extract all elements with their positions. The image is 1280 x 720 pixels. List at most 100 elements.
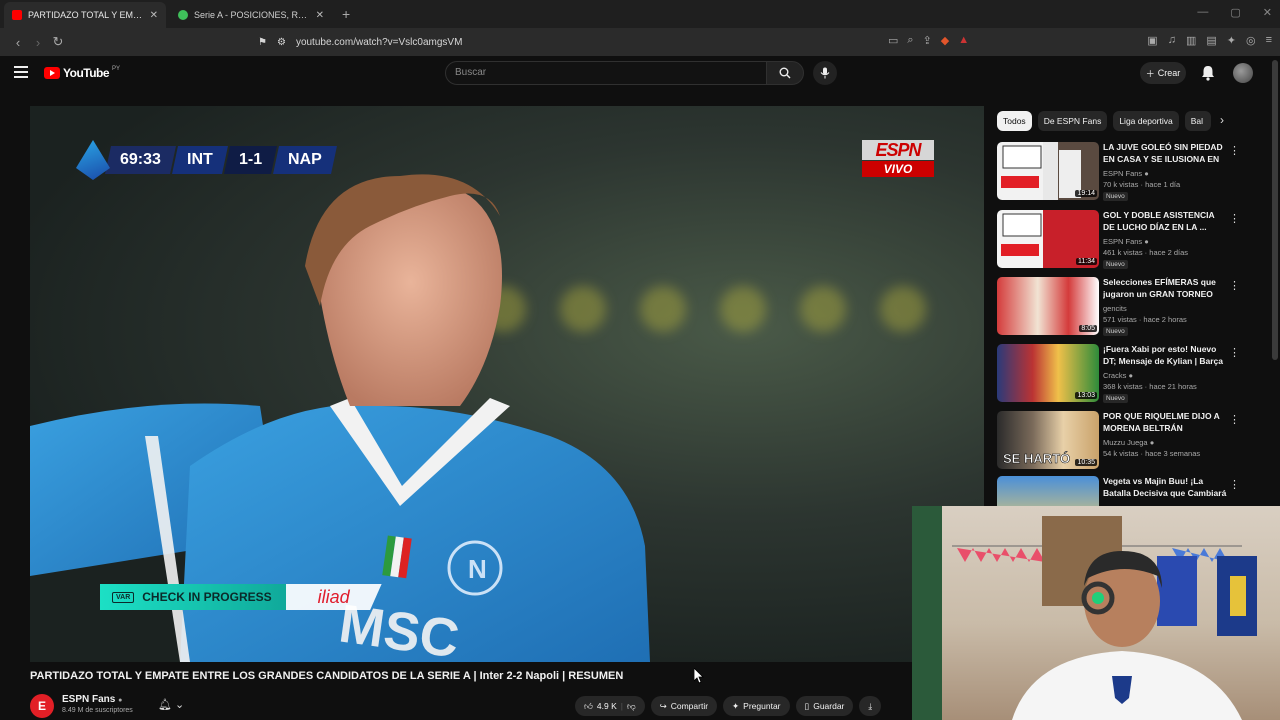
url-field[interactable]: ⚑ ⚙ youtube.com/watch?v=Vslc0amgsVM	[258, 32, 998, 52]
more-options-icon[interactable]: ⋮	[1229, 346, 1240, 359]
alert-extension-icon[interactable]: ▲	[958, 34, 969, 47]
var-badge: VAR	[112, 591, 135, 603]
page-scrollbar[interactable]	[1272, 60, 1278, 360]
video-meta: 571 vistas · hace 2 horas	[1103, 315, 1187, 324]
bookmark-icon[interactable]: ⚑	[258, 37, 267, 48]
close-tab-icon[interactable]: ✕	[150, 10, 158, 21]
channel-name[interactable]: ESPN Fans ●	[62, 694, 122, 705]
thumbs-down-icon[interactable]: 👎︎	[627, 701, 636, 712]
maximize-icon[interactable]: ▢	[1230, 6, 1240, 19]
tab-title: PARTIDAZO TOTAL Y EMPATE EN	[28, 10, 144, 20]
share-page-icon[interactable]: ⇪	[923, 34, 932, 47]
download-button[interactable]: ⤓	[859, 696, 882, 716]
ai-icon[interactable]: ✦	[1227, 34, 1236, 47]
chevron-right-icon[interactable]: ›	[1220, 113, 1224, 127]
browser-tab-youtube[interactable]: PARTIDAZO TOTAL Y EMPATE EN ✕	[4, 2, 166, 28]
channel-name: ESPN Fans ●	[1103, 169, 1149, 178]
chip-bal[interactable]: Bal	[1184, 111, 1211, 131]
search-icon	[779, 67, 791, 79]
verified-icon: ●	[1128, 371, 1133, 380]
voice-search-button[interactable]	[813, 61, 837, 85]
hamburger-menu-icon[interactable]	[14, 66, 28, 78]
sidebar-icon[interactable]: ▥	[1186, 34, 1196, 47]
minimize-icon[interactable]: —	[1197, 6, 1208, 19]
video-title: PARTIDAZO TOTAL Y EMPATE ENTRE LOS GRAND…	[30, 670, 624, 682]
download-icon: ⤓	[868, 700, 873, 711]
channel-name: ESPN Fans ●	[1103, 237, 1149, 246]
svg-text:SE HARTÓ: SE HARTÓ	[1003, 451, 1070, 466]
url-actions: ▭ ⌕ ⇪ ◆ ▲	[888, 34, 969, 47]
subscriber-count: 8.49 M de suscriptores	[62, 707, 133, 714]
create-button[interactable]: ＋ Crear	[1140, 62, 1186, 84]
search-button[interactable]	[766, 61, 804, 85]
user-avatar[interactable]	[1233, 63, 1253, 83]
screenshot-icon[interactable]: ▣	[1147, 34, 1157, 47]
chip-todos[interactable]: Todos	[997, 111, 1032, 131]
close-window-icon[interactable]: ✕	[1263, 6, 1272, 19]
browser-menu-icon[interactable]: ≡	[1266, 34, 1272, 47]
verified-icon: ●	[1144, 169, 1149, 178]
recommended-video[interactable]: 8:05 Selecciones EFÍMERAS que jugaron un…	[997, 277, 1267, 339]
save-bookmark-icon: ▯	[804, 700, 810, 711]
notifications-bell-icon[interactable]	[1199, 64, 1217, 82]
recommended-video[interactable]: Vegeta vs Majin Buu! ¡La Batalla Decisiv…	[997, 476, 1267, 506]
live-label: VIVO	[862, 161, 934, 177]
wallet-icon[interactable]: ▤	[1206, 34, 1216, 47]
video-title: Selecciones EFÍMERAS que jugaron un GRAN…	[1103, 277, 1216, 299]
reload-icon[interactable]: ↻	[48, 34, 68, 50]
plus-icon: ＋	[1145, 68, 1155, 79]
channel-avatar[interactable]: E	[30, 694, 54, 718]
recommended-video[interactable]: SE HARTÓ 10:35 POR QUE RIQUELME DIJO A M…	[997, 411, 1267, 473]
espn-brand: ESPN	[862, 140, 934, 160]
more-options-icon[interactable]: ⋮	[1229, 212, 1240, 225]
back-icon[interactable]: ‹	[8, 35, 28, 50]
more-options-icon[interactable]: ⋮	[1229, 478, 1240, 491]
search-input[interactable]: Buscar	[445, 61, 767, 85]
create-label: Crear	[1157, 68, 1181, 78]
video-player[interactable]: N MSC 69:33 INT 1-1 NAP ESPN VIVO VAR CH…	[30, 106, 984, 662]
share-button[interactable]: ↪ Compartir	[650, 696, 718, 716]
vpn-icon[interactable]: ◎	[1246, 34, 1256, 47]
video-title: ¡Fuera Xabi por esto! Nuevo DT; Mensaje …	[1103, 344, 1224, 368]
recommended-video[interactable]: 11:34 GOL Y DOBLE ASISTENCIA DE LUCHO DÍ…	[997, 210, 1267, 272]
extension-toolbar: ▣ ♫ ▥ ▤ ✦ ◎ ≡	[1147, 34, 1272, 47]
more-options-icon[interactable]: ⋮	[1229, 413, 1240, 426]
channel-name: Muzzu Juega ●	[1103, 438, 1155, 447]
like-button[interactable]: 👍︎ 4.9 K | 👎︎	[575, 696, 645, 716]
window-controls: — ▢ ✕	[1197, 6, 1272, 19]
more-options-icon[interactable]: ⋮	[1229, 144, 1240, 157]
video-thumbnail	[997, 476, 1099, 506]
zoom-icon[interactable]: ⌕	[907, 34, 913, 47]
video-actions: 👍︎ 4.9 K | 👎︎ ↪ Compartir ✦ Preguntar ▯ …	[575, 696, 882, 716]
ask-button[interactable]: ✦ Preguntar	[723, 696, 790, 716]
recommended-video[interactable]: 13:03 ¡Fuera Xabi por esto! Nuevo DT; Me…	[997, 344, 1267, 406]
banner-sponsor: iliad	[285, 584, 382, 610]
browser-tab-serie-a[interactable]: Serie A - POSICIONES, RESULTADOS ✕	[170, 2, 332, 28]
chip-espn-fans[interactable]: De ESPN Fans	[1037, 111, 1108, 131]
music-icon[interactable]: ♫	[1168, 34, 1176, 47]
url-text: youtube.com/watch?v=Vslc0amgsVM	[295, 36, 463, 48]
video-meta: 70 k vistas · hace 1 día	[1103, 180, 1181, 189]
forward-icon[interactable]: ›	[28, 35, 48, 50]
subscription-bell-icon[interactable]: 🔔︎ ⌄	[158, 698, 184, 711]
recommended-video[interactable]: 19:14 LA JUVE GOLEÓ SIN PIEDAD EN CASA Y…	[997, 142, 1267, 204]
logo-country: PY	[112, 66, 121, 72]
video-thumbnail: 13:03	[997, 344, 1099, 402]
video-title: POR QUE RIQUELME DIJO A MORENA BELTRÁN	[1103, 411, 1220, 433]
site-info-icon[interactable]: ⚙	[277, 37, 286, 48]
scoreboard: 69:33 INT 1-1 NAP	[76, 140, 337, 180]
youtube-favicon-icon	[12, 10, 22, 20]
video-duration: 19:14	[1075, 190, 1097, 197]
filter-chips: Todos De ESPN Fans Liga deportiva Bal	[997, 110, 1211, 132]
chip-liga-deportiva[interactable]: Liga deportiva	[1113, 111, 1179, 131]
verified-icon: ●	[1149, 438, 1155, 447]
more-options-icon[interactable]: ⋮	[1229, 279, 1240, 292]
new-tab-icon[interactable]: +	[342, 6, 350, 22]
youtube-logo[interactable]: YouTube PY	[44, 66, 120, 80]
youtube-header: YouTube PY Buscar ＋ Crear	[0, 56, 1280, 90]
shield-icon[interactable]: ◆	[941, 34, 949, 47]
cast-icon[interactable]: ▭	[888, 34, 898, 47]
close-tab-icon[interactable]: ✕	[316, 10, 324, 21]
verified-icon: ●	[118, 697, 123, 704]
save-button[interactable]: ▯ Guardar	[795, 696, 854, 716]
